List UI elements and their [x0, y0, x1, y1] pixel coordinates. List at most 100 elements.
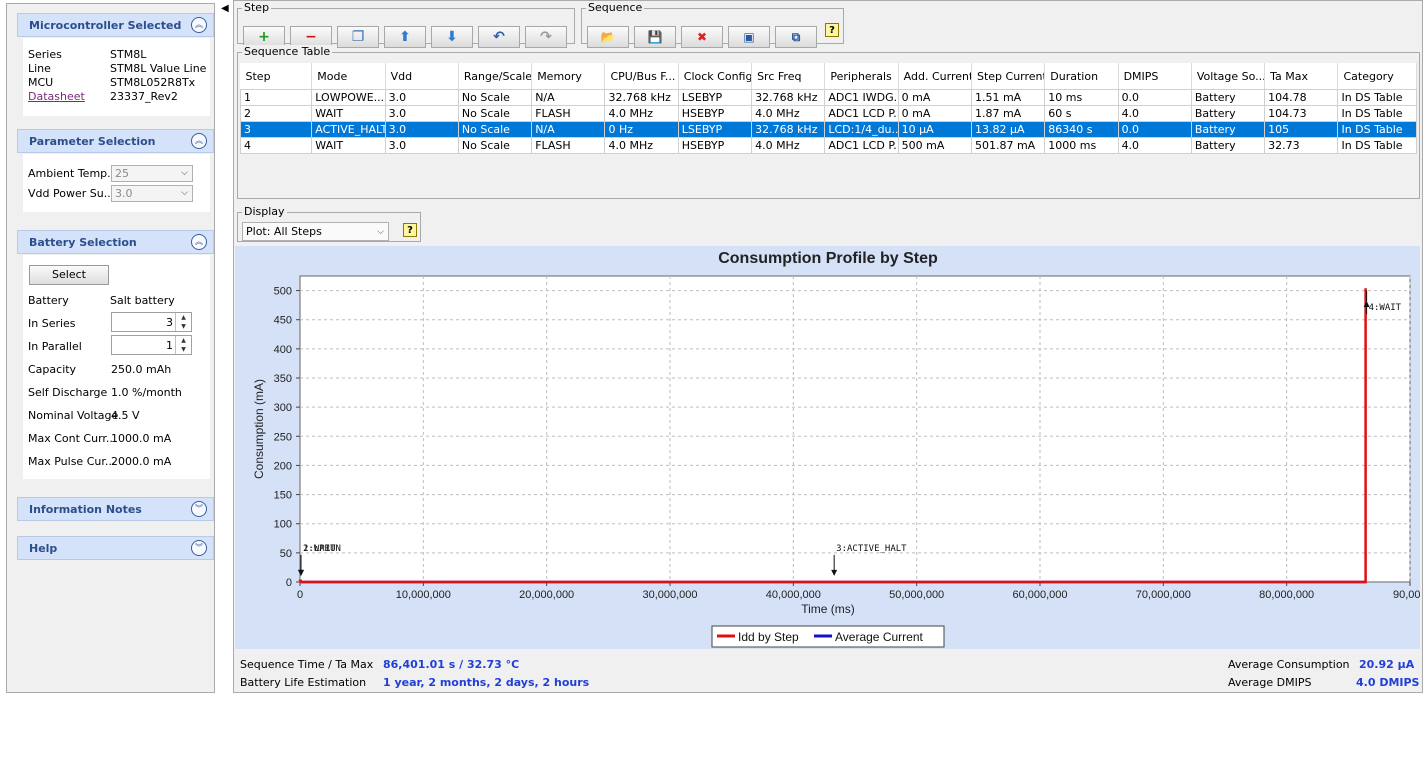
table-cell[interactable]: In DS Table: [1337, 121, 1417, 138]
table-cell[interactable]: 10 ms: [1044, 89, 1119, 106]
table-cell[interactable]: 104.78: [1264, 89, 1339, 106]
spin-up-icon[interactable]: ▲: [176, 336, 191, 345]
column-header[interactable]: Clock Config: [678, 63, 753, 90]
collapse-chevron-icon[interactable]: ︽: [191, 234, 207, 250]
table-cell[interactable]: In DS Table: [1337, 137, 1417, 154]
table-cell[interactable]: FLASH: [531, 137, 606, 154]
table-cell[interactable]: 10 µA: [897, 121, 972, 138]
display-help-icon[interactable]: ?: [403, 223, 417, 237]
table-cell[interactable]: 1.87 mA: [970, 105, 1046, 122]
table-cell[interactable]: 104.73: [1264, 105, 1339, 122]
table-cell[interactable]: WAIT: [311, 137, 386, 154]
battery-panel-header[interactable]: Battery Selection ︽: [17, 230, 214, 254]
table-cell[interactable]: Battery: [1190, 105, 1266, 122]
sequence-help-icon[interactable]: ?: [825, 23, 839, 37]
column-header[interactable]: Mode: [311, 63, 386, 90]
table-row[interactable]: 2 WAIT 3.0 No Scale FLASH 4.0 MHz HSEBYP 4.0 MH…: [239, 105, 1417, 122]
table-cell[interactable]: Battery: [1190, 121, 1266, 138]
delete-sequence-button[interactable]: ✖: [681, 26, 723, 48]
table-cell[interactable]: WAIT: [311, 105, 386, 122]
table-cell[interactable]: 32.768 kHz: [751, 89, 826, 106]
collapse-sidebar-arrow-icon[interactable]: ◀: [221, 3, 229, 14]
table-cell[interactable]: 4: [239, 137, 313, 154]
column-header[interactable]: Ta Max: [1264, 63, 1339, 90]
table-cell[interactable]: 4.0: [1117, 105, 1192, 122]
table-cell[interactable]: No Scale: [457, 89, 533, 106]
table-cell[interactable]: 0 mA: [897, 105, 972, 122]
duplicate-step-button[interactable]: ❐: [337, 26, 379, 48]
table-cell[interactable]: In DS Table: [1337, 89, 1417, 106]
table-cell[interactable]: ADC1 IWDG...: [824, 89, 899, 106]
column-header[interactable]: Peripherals: [824, 63, 899, 90]
vdd-power-select[interactable]: 3.0 ⌵: [111, 185, 193, 202]
column-header[interactable]: Duration: [1044, 63, 1119, 90]
column-header[interactable]: Step: [240, 63, 313, 90]
column-header[interactable]: Memory: [531, 63, 606, 90]
table-cell[interactable]: 2: [239, 105, 313, 122]
table-cell[interactable]: 3.0: [384, 105, 459, 122]
table-cell[interactable]: HSEBYP: [677, 137, 753, 154]
table-cell[interactable]: 60 s: [1044, 105, 1119, 122]
table-cell[interactable]: LSEBYP: [677, 121, 753, 138]
datasheet-link[interactable]: Datasheet: [28, 90, 85, 103]
in-parallel-spinner[interactable]: 1 ▲ ▼: [111, 335, 192, 355]
spin-down-icon[interactable]: ▼: [176, 345, 191, 354]
table-cell[interactable]: 501.87 mA: [970, 137, 1046, 154]
table-cell[interactable]: 1.51 mA: [970, 89, 1046, 106]
in-series-spinner[interactable]: 3 ▲ ▼: [111, 312, 192, 332]
move-up-button[interactable]: ⬆: [384, 26, 426, 48]
table-cell[interactable]: 4.0 MHz: [604, 137, 679, 154]
spin-up-icon[interactable]: ▲: [176, 313, 191, 322]
column-header[interactable]: Category: [1337, 63, 1417, 90]
table-cell[interactable]: 500 mA: [897, 137, 972, 154]
column-header[interactable]: DMIPS: [1118, 63, 1192, 90]
table-cell[interactable]: No Scale: [457, 137, 533, 154]
save-sequence-button[interactable]: 💾: [634, 26, 676, 48]
help-panel-header[interactable]: Help ︾: [17, 536, 214, 560]
table-cell[interactable]: No Scale: [457, 121, 533, 138]
table-cell[interactable]: 4.0 MHz: [604, 105, 679, 122]
table-cell[interactable]: ADC1 LCD P...: [824, 137, 899, 154]
table-cell[interactable]: ACTIVE_HALT: [311, 121, 386, 138]
undo-button[interactable]: ↶: [478, 26, 520, 48]
table-cell[interactable]: 1000 ms: [1044, 137, 1119, 154]
table-row[interactable]: 1 LOWPOWE... 3.0 No Scale N/A 32.768 kHz LSEBY…: [239, 89, 1417, 106]
column-header[interactable]: Voltage So...: [1191, 63, 1266, 90]
expand-chevron-icon[interactable]: ︾: [191, 501, 207, 517]
spinner-buttons[interactable]: ▲ ▼: [175, 313, 191, 331]
table-cell[interactable]: N/A: [531, 89, 606, 106]
information-notes-panel-header[interactable]: Information Notes ︾: [17, 497, 214, 521]
microcontroller-panel-header[interactable]: Microcontroller Selected ︽: [17, 13, 214, 37]
spinner-buttons[interactable]: ▲ ▼: [175, 336, 191, 354]
table-cell[interactable]: LSEBYP: [677, 89, 753, 106]
table-cell[interactable]: N/A: [531, 121, 606, 138]
column-header[interactable]: Step Current: [971, 63, 1046, 90]
table-cell[interactable]: 3.0: [384, 137, 459, 154]
open-sequence-button[interactable]: 📂: [587, 26, 629, 48]
table-cell[interactable]: 13.82 µA: [970, 121, 1046, 138]
table-cell[interactable]: FLASH: [531, 105, 606, 122]
collapse-chevron-icon[interactable]: ︽: [191, 17, 207, 33]
move-down-button[interactable]: ⬇: [431, 26, 473, 48]
column-header[interactable]: Src Freq: [751, 63, 826, 90]
redo-button[interactable]: ↷: [525, 26, 567, 48]
table-cell[interactable]: 32.73: [1264, 137, 1339, 154]
ambient-temp-select[interactable]: 25 ⌵: [111, 165, 193, 182]
table-cell[interactable]: ADC1 LCD P...: [824, 105, 899, 122]
column-header[interactable]: CPU/Bus F...: [604, 63, 679, 90]
table-cell[interactable]: 0 Hz: [604, 121, 679, 138]
table-cell[interactable]: 105: [1264, 121, 1339, 138]
table-row[interactable]: 4 WAIT 3.0 No Scale FLASH 4.0 MHz HSEBYP 4.0 MH…: [239, 137, 1417, 154]
table-cell[interactable]: 32.768 kHz: [604, 89, 679, 106]
spin-down-icon[interactable]: ▼: [176, 322, 191, 331]
table-cell[interactable]: 4.0 MHz: [751, 137, 826, 154]
table-row[interactable]: 3 ACTIVE_HALT 3.0 No Scale N/A 0 Hz LSEBYP 32.7…: [239, 121, 1417, 138]
table-cell[interactable]: 0 mA: [897, 89, 972, 106]
column-header[interactable]: Vdd: [385, 63, 459, 90]
table-cell[interactable]: 3.0: [384, 89, 459, 106]
table-cell[interactable]: Battery: [1190, 89, 1266, 106]
table-cell[interactable]: Battery: [1190, 137, 1266, 154]
compare-sequence-button[interactable]: ⧉: [775, 26, 817, 48]
table-cell[interactable]: No Scale: [457, 105, 533, 122]
table-cell[interactable]: LCD:1/4_du...: [824, 121, 899, 138]
